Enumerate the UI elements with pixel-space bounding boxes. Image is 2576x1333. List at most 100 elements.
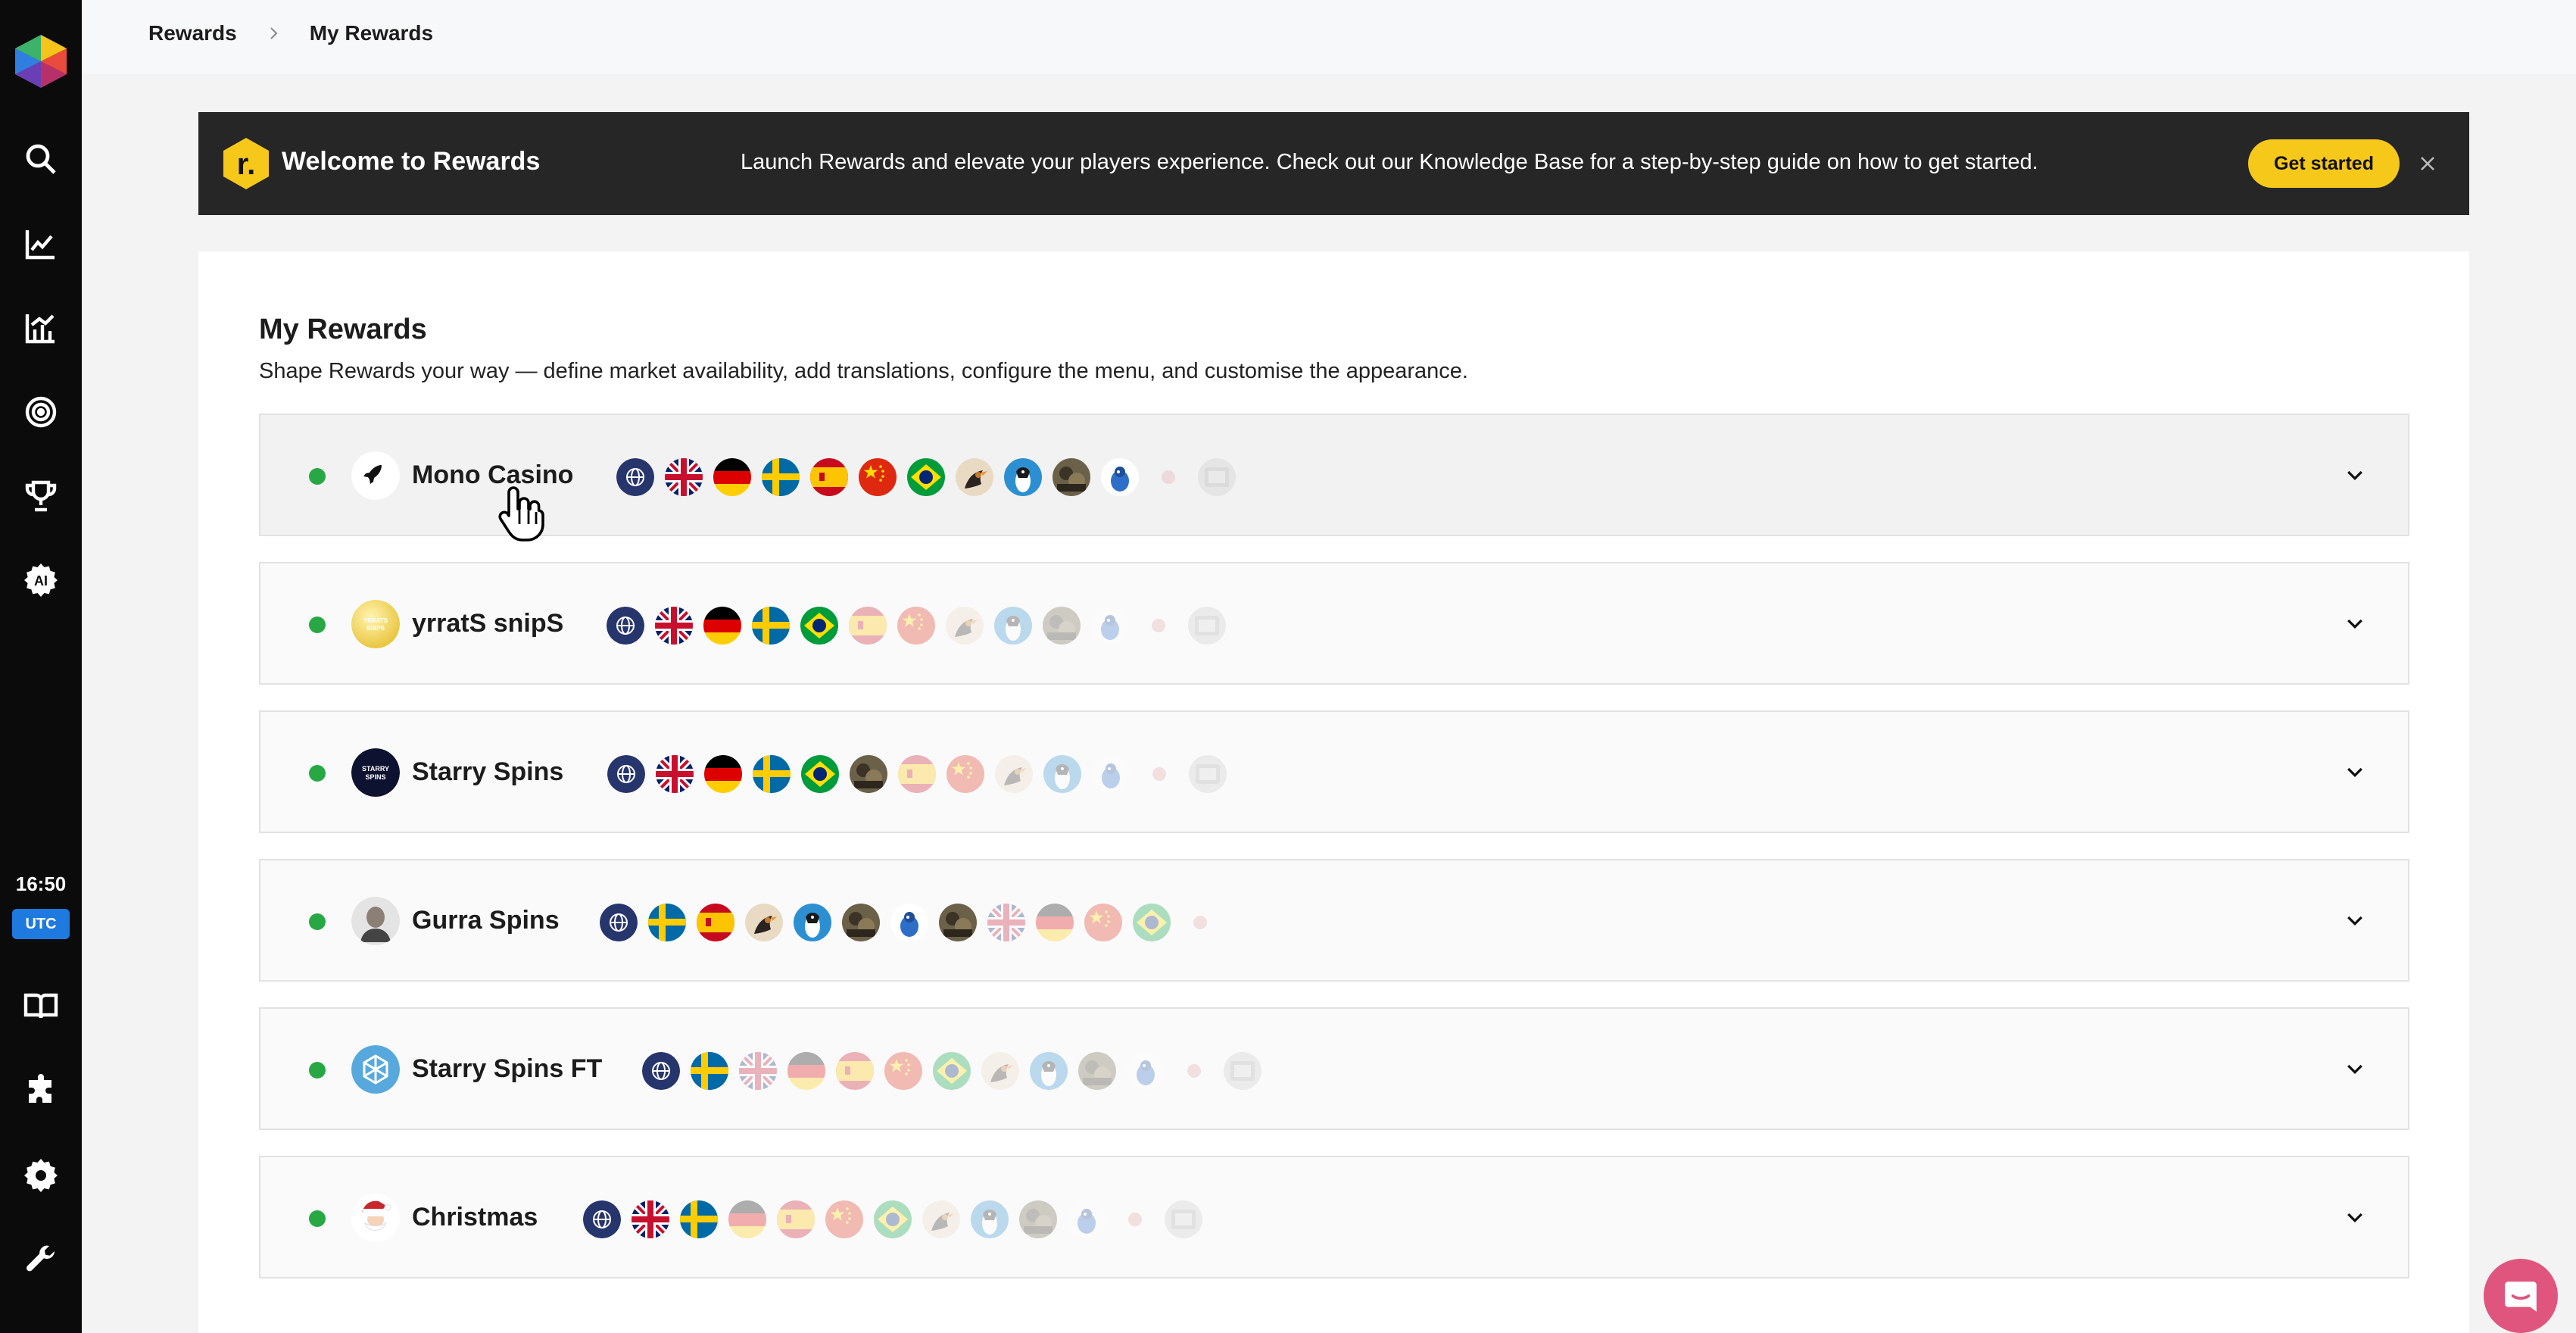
market-flag-photo-icon bbox=[842, 904, 880, 941]
market-flag-photo-icon bbox=[1043, 607, 1081, 645]
market-flag-globe-icon bbox=[607, 607, 644, 645]
trophy-icon[interactable] bbox=[17, 472, 65, 520]
svg-text:STARRY: STARRY bbox=[362, 765, 389, 773]
market-flag-de-icon bbox=[704, 755, 742, 793]
top-bar: Rewards My Rewards bbox=[82, 0, 2576, 74]
market-flag-de-icon bbox=[787, 1052, 825, 1090]
market-flag-photo-icon bbox=[1053, 458, 1090, 496]
market-flag-de-icon bbox=[703, 607, 741, 645]
get-started-button[interactable]: Get started bbox=[2248, 139, 2400, 188]
chevron-down-icon[interactable] bbox=[2340, 906, 2370, 936]
market-flags bbox=[642, 1052, 1261, 1090]
market-flag-penguin-icon bbox=[971, 1200, 1009, 1238]
market-flag-blue-icon bbox=[1068, 1200, 1106, 1238]
market-flag-grey-icon bbox=[1188, 607, 1226, 645]
banner-title: Welcome to Rewards bbox=[282, 147, 541, 176]
market-flag-globe-icon bbox=[600, 904, 638, 941]
status-active-dot bbox=[309, 1062, 326, 1079]
close-icon[interactable] bbox=[2414, 150, 2441, 177]
sidebar: AI 16:50 UTC bbox=[0, 0, 82, 1333]
chat-launcher-button[interactable] bbox=[2484, 1259, 2558, 1333]
market-flag-penguin-icon bbox=[1043, 755, 1081, 793]
market-flag-grey-icon bbox=[1165, 1200, 1202, 1238]
status-active-dot bbox=[309, 913, 326, 930]
status-active-dot bbox=[309, 617, 326, 633]
market-flag-uk-icon bbox=[665, 458, 703, 496]
svg-text:r.: r. bbox=[237, 148, 255, 181]
market-flag-cn-icon bbox=[859, 458, 897, 496]
chevron-down-icon[interactable] bbox=[2340, 1054, 2370, 1085]
reward-avatar bbox=[351, 1194, 400, 1242]
market-flag-blue-icon bbox=[1092, 755, 1130, 793]
chevron-down-icon[interactable] bbox=[2340, 460, 2370, 491]
reward-row[interactable]: Mono Casino bbox=[259, 414, 2409, 536]
svg-text:SPINS: SPINS bbox=[365, 773, 385, 781]
target-icon[interactable] bbox=[17, 388, 65, 436]
reward-avatar bbox=[351, 451, 400, 500]
reward-row[interactable]: YRRATS SNIPS yrratS snipS bbox=[259, 562, 2409, 685]
market-flag-uk-icon bbox=[656, 755, 694, 793]
market-flag-uk-icon bbox=[655, 607, 693, 645]
puzzle-icon[interactable] bbox=[17, 1066, 65, 1115]
market-flag-es-icon bbox=[898, 755, 936, 793]
market-flag-blue-icon bbox=[1127, 1052, 1165, 1090]
market-flag-bird-icon bbox=[946, 607, 984, 645]
chevron-down-icon[interactable] bbox=[2340, 757, 2370, 788]
search-icon[interactable] bbox=[17, 135, 65, 183]
chevron-down-icon[interactable] bbox=[2340, 609, 2370, 639]
market-flag-bird-icon bbox=[956, 458, 993, 496]
welcome-banner: r. Welcome to Rewards Launch Rewards and… bbox=[198, 112, 2469, 215]
market-flag-es-icon bbox=[697, 904, 734, 941]
market-flag-de-icon bbox=[713, 458, 751, 496]
market-flag-jp-icon bbox=[1181, 904, 1219, 941]
reward-name: yrratS snipS bbox=[412, 609, 564, 638]
reward-row[interactable]: Gurra Spins bbox=[259, 859, 2409, 982]
market-flag-blue-icon bbox=[890, 904, 928, 941]
market-flag-jp-icon bbox=[1140, 607, 1177, 645]
analytics-icon[interactable] bbox=[17, 304, 65, 352]
svg-text:SNIPS: SNIPS bbox=[366, 625, 385, 632]
market-flag-globe-icon bbox=[642, 1052, 680, 1090]
rewards-logo-icon: r. bbox=[223, 138, 269, 189]
market-flag-bird-icon bbox=[981, 1052, 1019, 1090]
chevron-down-icon[interactable] bbox=[2340, 1203, 2370, 1233]
market-flag-uk-icon bbox=[739, 1052, 777, 1090]
reward-row[interactable]: STARRY SPINS Starry Spins bbox=[259, 710, 2409, 833]
breadcrumb-rewards-link[interactable]: Rewards bbox=[148, 21, 237, 45]
reward-avatar: YRRATS SNIPS bbox=[351, 600, 400, 648]
market-flag-globe-icon bbox=[583, 1200, 621, 1238]
market-flag-se-icon bbox=[680, 1200, 718, 1238]
market-flag-cn-icon bbox=[1084, 904, 1122, 941]
settings-icon[interactable] bbox=[17, 1151, 65, 1200]
timezone-badge[interactable]: UTC bbox=[12, 909, 70, 939]
market-flag-es-icon bbox=[849, 607, 887, 645]
market-flag-cn-icon bbox=[884, 1052, 922, 1090]
market-flags bbox=[616, 458, 1236, 496]
trend-chart-icon[interactable] bbox=[17, 220, 65, 268]
reward-row[interactable]: Starry Spins FT bbox=[259, 1007, 2409, 1130]
clock-time: 16:50 bbox=[15, 873, 67, 895]
status-active-dot bbox=[309, 1210, 326, 1227]
market-flag-se-icon bbox=[752, 607, 790, 645]
market-flag-jp-icon bbox=[1116, 1200, 1154, 1238]
market-flag-penguin-icon bbox=[994, 607, 1032, 645]
wrench-icon[interactable] bbox=[17, 1235, 65, 1284]
book-icon[interactable] bbox=[17, 982, 65, 1030]
status-active-dot bbox=[309, 468, 326, 485]
market-flag-se-icon bbox=[648, 904, 686, 941]
reward-row[interactable]: Christmas bbox=[259, 1156, 2409, 1278]
market-flag-photo-icon bbox=[1078, 1052, 1116, 1090]
app-logo-icon[interactable] bbox=[11, 33, 71, 88]
market-flag-grey-icon bbox=[1198, 458, 1236, 496]
market-flag-globe-icon bbox=[607, 755, 645, 793]
market-flag-jp-icon bbox=[1175, 1052, 1213, 1090]
reward-avatar: STARRY SPINS bbox=[351, 748, 400, 797]
reward-name: Starry Spins bbox=[412, 757, 564, 786]
market-flags bbox=[583, 1200, 1202, 1238]
market-flag-br-icon bbox=[907, 458, 945, 496]
ai-gear-icon[interactable]: AI bbox=[17, 556, 65, 604]
reward-name: Starry Spins FT bbox=[412, 1054, 603, 1083]
market-flag-jp-icon bbox=[1140, 755, 1178, 793]
market-flag-br-icon bbox=[874, 1200, 912, 1238]
market-flag-grey-icon bbox=[1189, 755, 1227, 793]
